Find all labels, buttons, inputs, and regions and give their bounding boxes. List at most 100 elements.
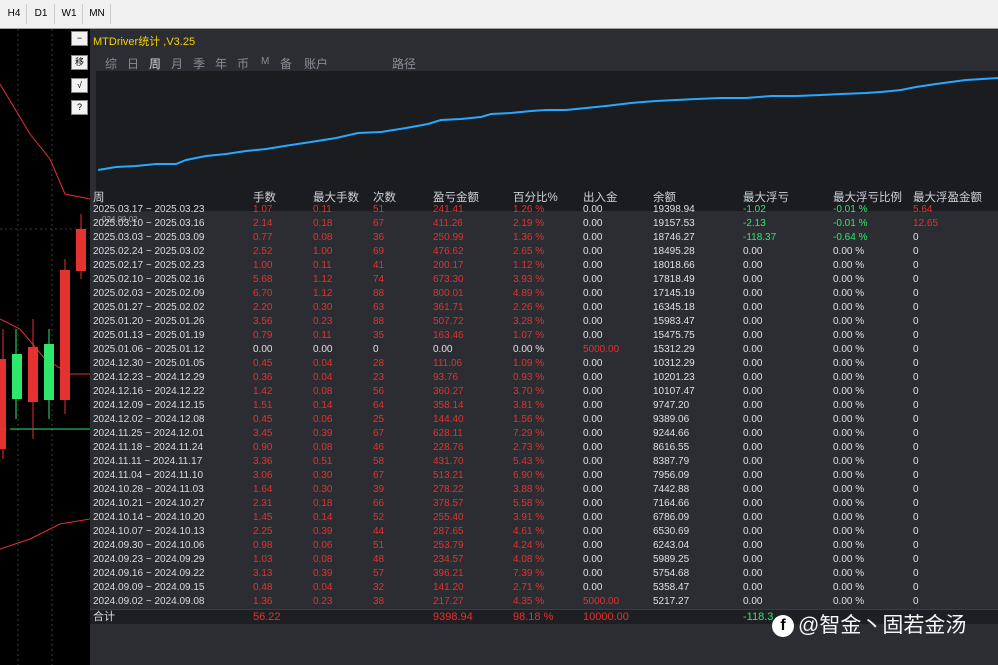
table-row[interactable]: 2024.11.04 ~ 2024.11.10 3.06 0.30 67 513.21 6… — [90, 469, 998, 483]
table-row[interactable]: 2025.01.13 ~ 2025.01.19 0.79 0.11 35 163.46 1… — [90, 329, 998, 343]
cell-max-float-loss-pct: 0.00 % — [833, 330, 865, 341]
table-row[interactable]: 2025.02.03 ~ 2025.02.09 6.70 1.12 88 800.01 4… — [90, 287, 998, 301]
cell-deposit: 0.00 — [583, 316, 603, 327]
cell-max-lots: 0.14 — [313, 400, 333, 411]
cell-max-lots: 0.18 — [313, 218, 333, 229]
table-row[interactable]: 2024.12.16 ~ 2024.12.22 1.42 0.08 56 360.27 3… — [90, 385, 998, 399]
tab-weekly[interactable]: 周 — [149, 55, 161, 72]
cell-week: 2024.09.02 ~ 2024.09.08 — [93, 596, 205, 607]
cell-lots: 0.77 — [253, 232, 273, 243]
cell-pnl: 228.76 — [433, 442, 464, 453]
table-row[interactable]: 2024.12.09 ~ 2024.12.15 1.51 0.14 64 358.14 3… — [90, 399, 998, 413]
table-row[interactable]: 2025.01.20 ~ 2025.01.26 3.56 0.23 88 507.72 3… — [90, 315, 998, 329]
tab-quarterly[interactable]: 季 — [193, 55, 205, 72]
timeframe-w1-button[interactable]: W1 — [56, 4, 83, 24]
cell-count: 63 — [373, 302, 385, 313]
tab-summary[interactable]: 综 — [105, 55, 117, 72]
table-row[interactable]: 2024.12.02 ~ 2024.12.08 0.45 0.06 25 144.40 1… — [90, 413, 998, 427]
cell-percent: 3.28 % — [513, 316, 545, 327]
table-row[interactable]: 2025.02.24 ~ 2025.03.02 2.52 1.00 69 476.62 2… — [90, 245, 998, 259]
timeframe-d1-button[interactable]: D1 — [28, 4, 55, 24]
cell-week: 2025.03.17 ~ 2025.03.23 — [93, 204, 205, 215]
cell-balance: 19157.53 — [653, 218, 695, 229]
cell-week: 2025.02.03 ~ 2025.02.09 — [93, 288, 205, 299]
tab-m[interactable]: M — [261, 56, 269, 67]
tab-daily[interactable]: 日 — [127, 55, 139, 72]
table-row[interactable]: 2024.09.02 ~ 2024.09.08 1.36 0.23 38 217.27 4… — [90, 595, 998, 609]
tab-account[interactable]: 账户 — [304, 55, 328, 72]
table-row[interactable]: 2025.02.17 ~ 2025.02.23 1.00 0.11 41 200.17 1… — [90, 259, 998, 273]
cell-max-float-loss: 0.00 — [743, 498, 763, 509]
cell-percent: 2.73 % — [513, 442, 545, 453]
table-row[interactable]: 2025.01.27 ~ 2025.02.02 2.20 0.30 63 361.71 2… — [90, 301, 998, 315]
cell-lots: 1.07 — [253, 204, 273, 215]
table-row[interactable]: 2024.11.18 ~ 2024.11.24 0.90 0.08 46 228.76 2… — [90, 441, 998, 455]
table-row[interactable]: 2024.09.23 ~ 2024.09.29 1.03 0.08 48 234.57 4… — [90, 553, 998, 567]
cell-pnl: 287.65 — [433, 526, 464, 537]
table-row[interactable]: 2025.01.06 ~ 2025.01.12 0.00 0.00 0 0.00 0.00… — [90, 343, 998, 357]
price-chart[interactable]: − 移 √ ? — [0, 29, 90, 665]
cell-pnl: 361.71 — [433, 302, 464, 313]
cell-max-float-profit: 0 — [913, 596, 919, 607]
table-row[interactable]: 2025.03.17 ~ 2025.03.23 1.07 0.11 51 241.41 1… — [90, 203, 998, 217]
cell-max-float-profit: 0 — [913, 540, 919, 551]
cell-max-lots: 0.23 — [313, 316, 333, 327]
tab-path[interactable]: 路径 — [392, 55, 416, 72]
cell-max-float-profit: 0 — [913, 428, 919, 439]
tab-yearly[interactable]: 年 — [215, 55, 227, 72]
table-row[interactable]: 2024.10.28 ~ 2024.11.03 1.64 0.30 39 278.22 3… — [90, 483, 998, 497]
cell-balance: 8616.55 — [653, 442, 690, 453]
cell-max-lots: 0.11 — [313, 330, 332, 341]
cell-max-float-loss: 0.00 — [743, 442, 763, 453]
table-row[interactable]: 2024.10.14 ~ 2024.10.20 1.45 0.14 52 255.40 3… — [90, 511, 998, 525]
table-row[interactable]: 2024.09.30 ~ 2024.10.06 0.98 0.06 51 253.79 4… — [90, 539, 998, 553]
timeframe-h4-button[interactable]: H4 — [2, 4, 27, 24]
table-row[interactable]: 2024.09.09 ~ 2024.09.15 0.48 0.04 32 141.20 2… — [90, 581, 998, 595]
cell-pnl: 93.76 — [433, 372, 459, 383]
confirm-button[interactable]: √ — [71, 78, 88, 93]
cell-week: 2024.12.09 ~ 2024.12.15 — [93, 400, 205, 411]
cell-max-float-profit: 0 — [913, 358, 919, 369]
table-row[interactable]: 2024.12.23 ~ 2024.12.29 0.36 0.04 23 93.76 0.… — [90, 371, 998, 385]
totals-percent: 98.18 % — [513, 611, 554, 623]
table-row[interactable]: 2024.10.21 ~ 2024.10.27 2.31 0.18 66 378.57 5… — [90, 497, 998, 511]
help-button[interactable]: ? — [71, 100, 88, 115]
minimize-button[interactable]: − — [71, 31, 88, 46]
cell-lots: 1.64 — [253, 484, 273, 495]
cell-week: 2024.11.04 ~ 2024.11.10 — [93, 470, 204, 481]
cell-max-float-loss-pct: 0.00 % — [833, 246, 865, 257]
cell-balance: 17818.49 — [653, 274, 695, 285]
cell-deposit: 0.00 — [583, 428, 603, 439]
cell-max-float-profit: 0 — [913, 316, 919, 327]
cell-percent: 1.07 % — [513, 330, 545, 341]
table-row[interactable]: 2024.09.16 ~ 2024.09.22 3.13 0.39 57 396.21 7… — [90, 567, 998, 581]
cell-max-lots: 0.04 — [313, 582, 333, 593]
move-button[interactable]: 移 — [71, 55, 88, 70]
cell-pnl: 358.14 — [433, 400, 464, 411]
table-row[interactable]: 2025.02.10 ~ 2025.02.16 5.68 1.12 74 673.30 3… — [90, 273, 998, 287]
cell-deposit: 0.00 — [583, 470, 603, 481]
cell-pnl: 378.57 — [433, 498, 464, 509]
cell-count: 32 — [373, 582, 385, 593]
table-row[interactable]: 2025.03.03 ~ 2025.03.09 0.77 0.08 36 250.99 1… — [90, 231, 998, 245]
cell-pnl: 476.62 — [433, 246, 464, 257]
cell-max-float-profit: 0 — [913, 274, 919, 285]
table-row[interactable]: 2025.03.10 ~ 2025.03.16 2.14 0.18 67 411.26 2… — [90, 217, 998, 231]
table-row[interactable]: 2024.10.07 ~ 2024.10.13 2.25 0.39 44 287.65 4… — [90, 525, 998, 539]
cell-pnl: 513.21 — [433, 470, 464, 481]
cell-max-float-loss: 0.00 — [743, 358, 763, 369]
table-row[interactable]: 2024.11.25 ~ 2024.12.01 3.45 0.39 67 628.11 7… — [90, 427, 998, 441]
table-row[interactable]: 2024.12.30 ~ 2025.01.05 0.45 0.04 28 111.06 1… — [90, 357, 998, 371]
cell-lots: 0.98 — [253, 540, 273, 551]
tab-currency[interactable]: 币 — [237, 55, 249, 72]
cell-max-float-loss-pct: 0.00 % — [833, 358, 865, 369]
tab-backup[interactable]: 备 — [280, 55, 292, 72]
cell-deposit: 0.00 — [583, 204, 603, 215]
cell-max-float-profit: 0 — [913, 344, 919, 355]
timeframe-mn-button[interactable]: MN — [84, 4, 111, 24]
tab-monthly[interactable]: 月 — [171, 55, 183, 72]
cell-count: 35 — [373, 330, 385, 341]
cell-balance: 6243.04 — [653, 540, 690, 551]
table-row[interactable]: 2024.11.11 ~ 2024.11.17 3.36 0.51 58 431.70 5… — [90, 455, 998, 469]
cell-count: 51 — [373, 540, 385, 551]
